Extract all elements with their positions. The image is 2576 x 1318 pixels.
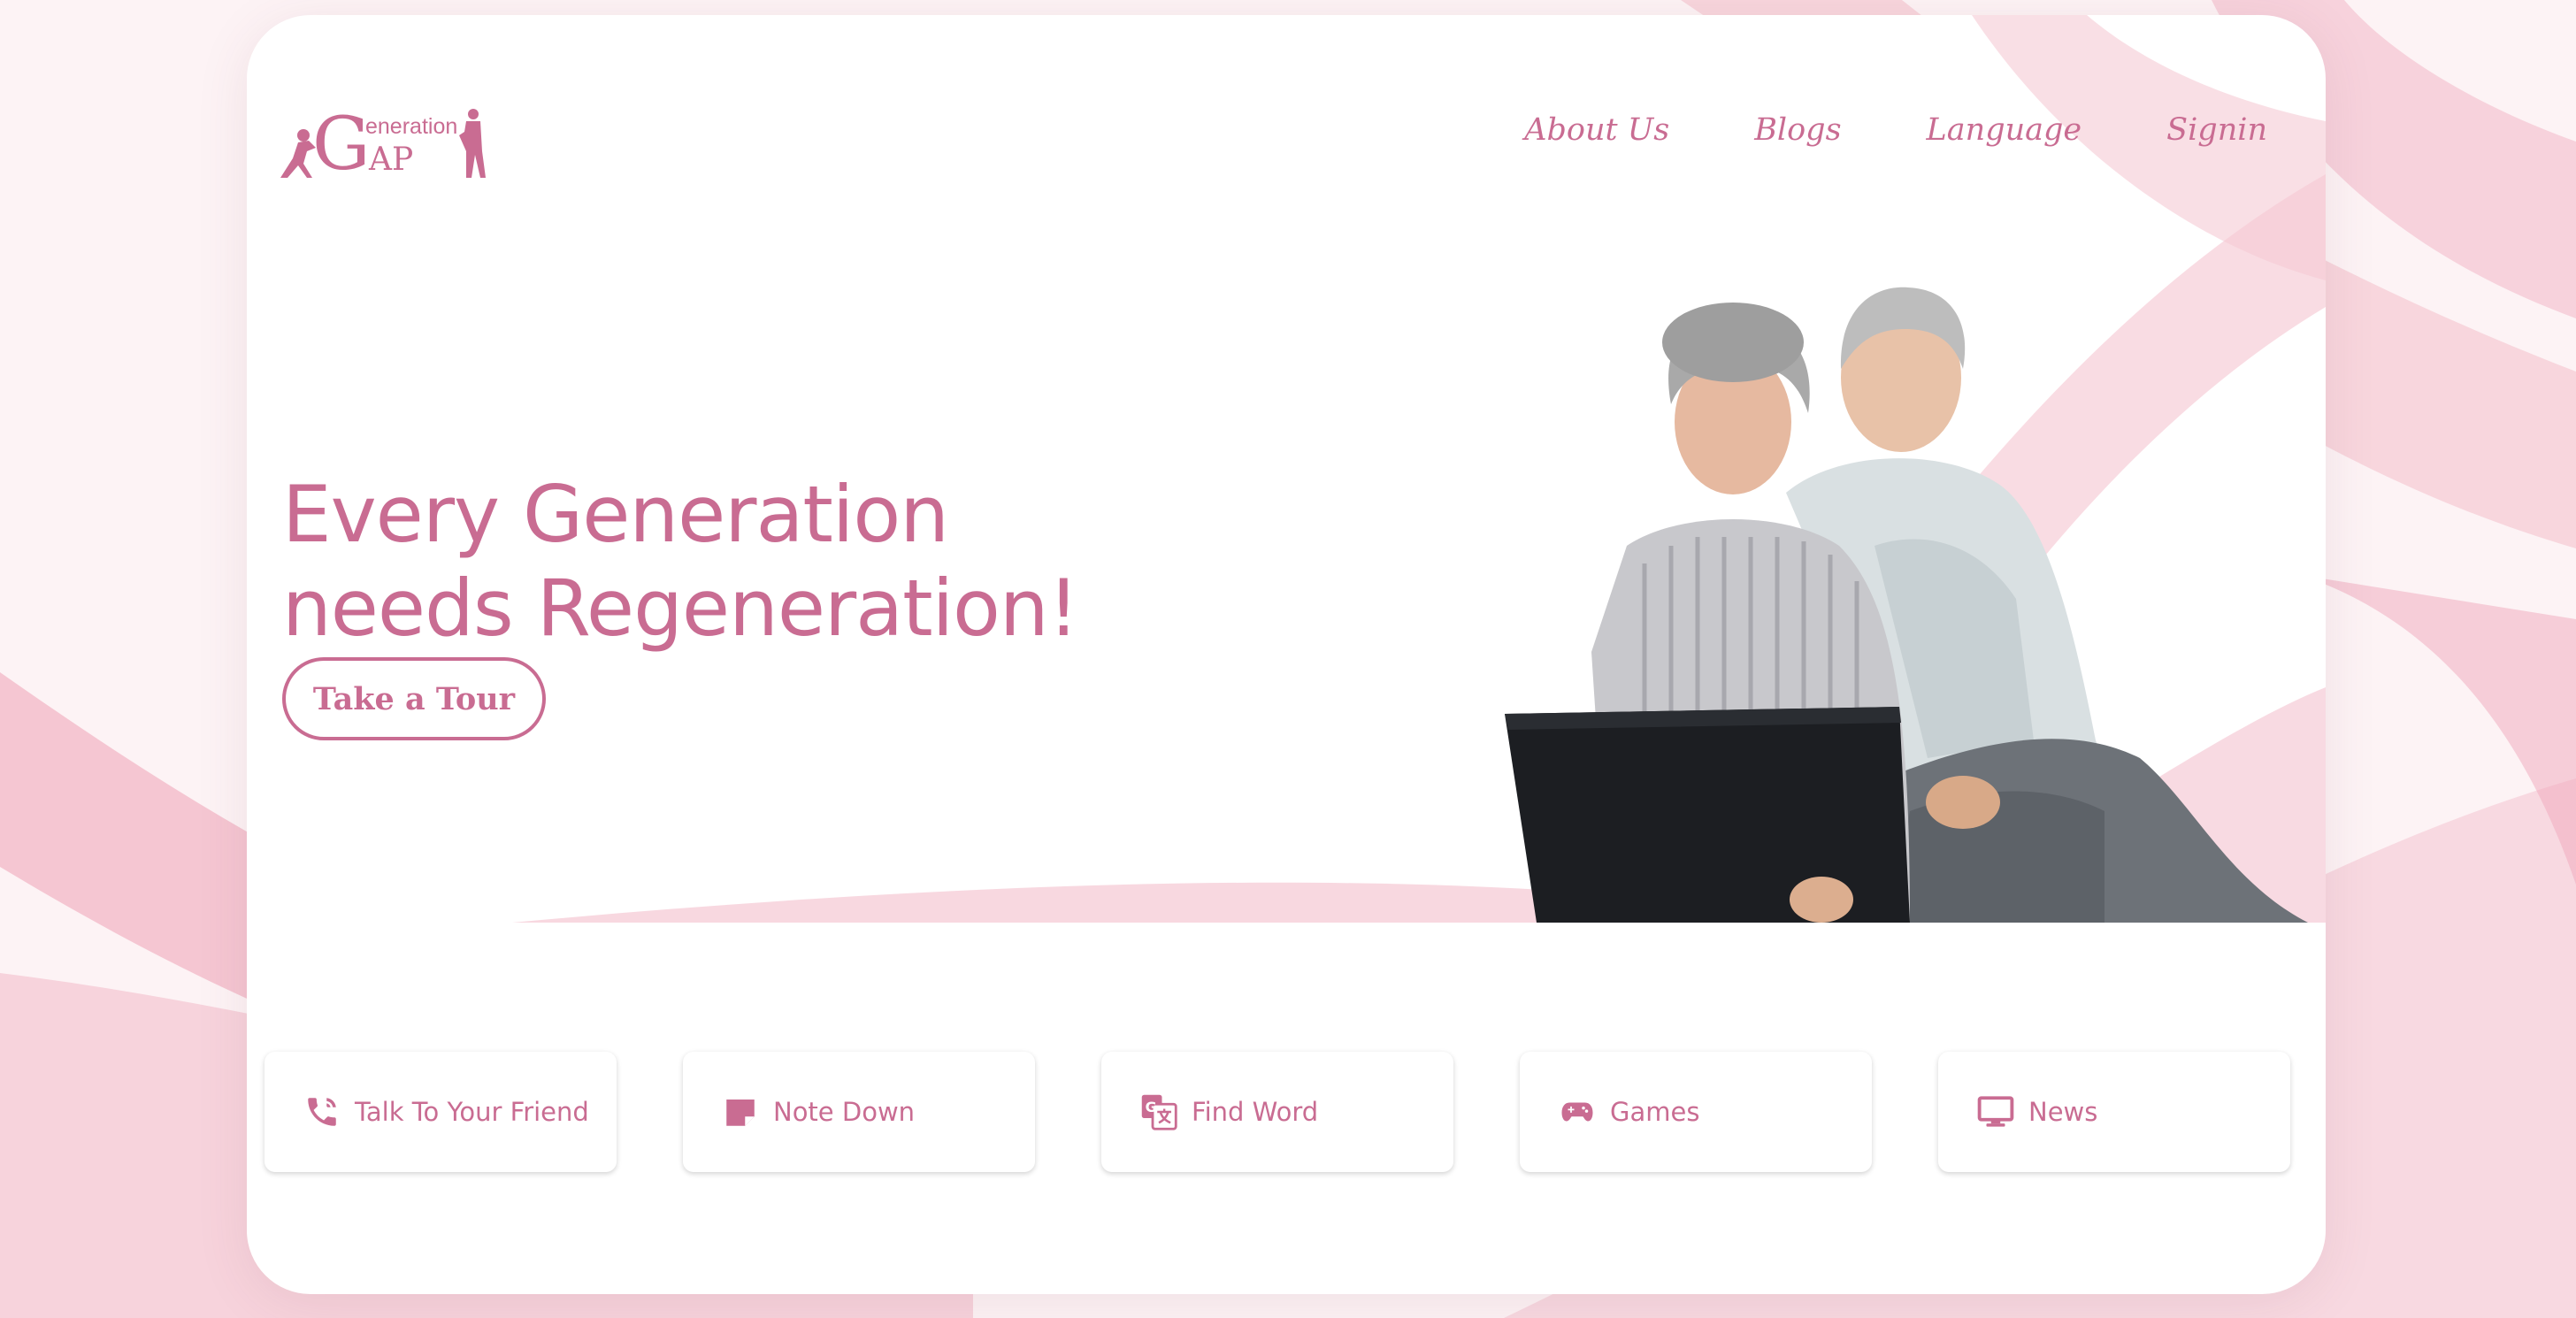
phone-icon xyxy=(308,1098,336,1126)
svg-text:G: G xyxy=(1146,1099,1157,1115)
logo-word-bottom: AP xyxy=(368,142,413,178)
logo-word-top: eneration xyxy=(365,114,457,139)
feature-label: Find Word xyxy=(1192,1097,1319,1127)
take-a-tour-button[interactable]: Take a Tour xyxy=(282,657,546,740)
note-icon xyxy=(726,1100,755,1126)
feature-label: Talk To Your Friend xyxy=(355,1097,589,1127)
gamepad-icon xyxy=(1561,1102,1593,1122)
feature-label: Note Down xyxy=(773,1097,916,1127)
elderly-couple-laptop-photo xyxy=(1505,287,2308,923)
nav-signin[interactable]: Signin xyxy=(2166,112,2267,148)
nav-blogs[interactable]: Blogs xyxy=(1754,112,1841,148)
main-card: G eneration AP About Us Blogs Language S… xyxy=(247,15,2326,1294)
feature-news[interactable]: News xyxy=(1938,1052,2290,1172)
hero-title-line-1: Every Generation xyxy=(282,469,949,560)
hero-title: Every Generation needs Regeneration! xyxy=(282,468,1079,655)
generation-gap-logo[interactable]: G eneration AP xyxy=(277,89,489,187)
feature-label: Games xyxy=(1610,1097,1700,1127)
nav-about-us[interactable]: About Us xyxy=(1524,112,1669,148)
top-nav: About Us Blogs Language Signin xyxy=(1524,112,2267,148)
feature-label: News xyxy=(2028,1097,2098,1127)
logo-letter-g: G xyxy=(312,103,371,187)
translate-icon: G xyxy=(1141,1094,1177,1130)
feature-note-down[interactable]: Note Down xyxy=(683,1052,1035,1172)
hero-title-line-2: needs Regeneration! xyxy=(282,563,1079,654)
nav-language[interactable]: Language xyxy=(1927,112,2082,148)
feature-talk-to-your-friend[interactable]: Talk To Your Friend xyxy=(264,1052,617,1172)
monitor-icon xyxy=(1977,1096,2014,1127)
feature-find-word[interactable]: G Find Word xyxy=(1101,1052,1453,1172)
feature-games[interactable]: Games xyxy=(1520,1052,1872,1172)
